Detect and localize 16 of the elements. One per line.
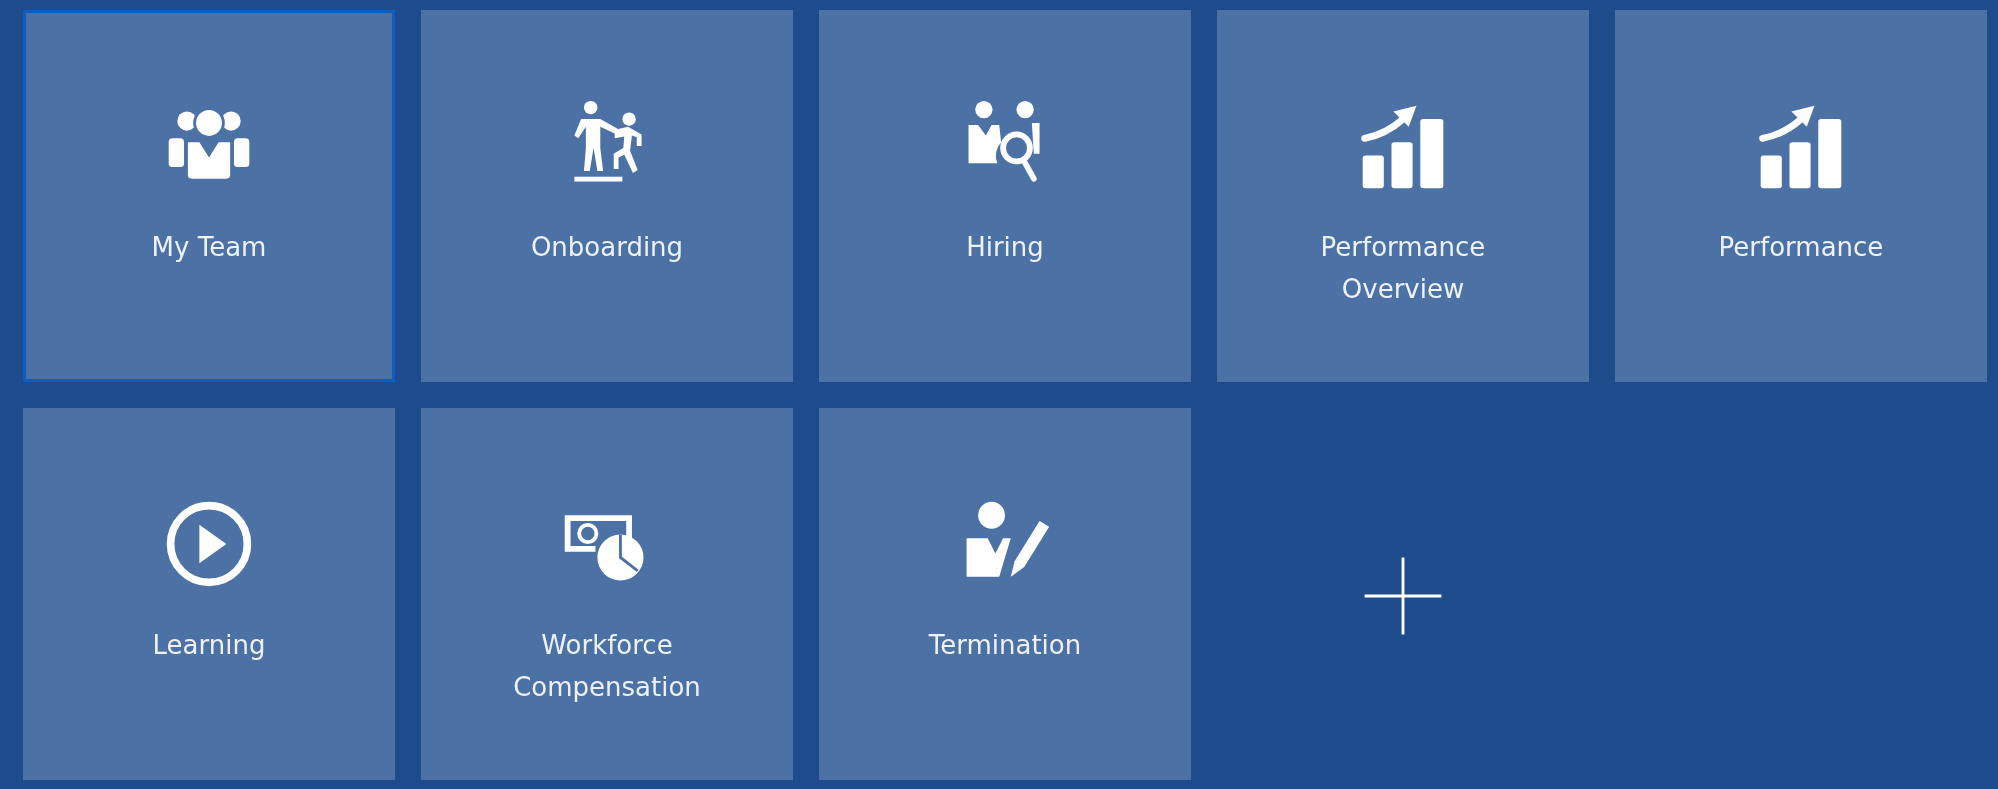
app-tile[interactable]: Workforce Compensation bbox=[421, 408, 793, 780]
tile-label: Workforce Compensation bbox=[512, 629, 702, 704]
tile-label: Hiring bbox=[966, 231, 1044, 264]
tile-label: Onboarding bbox=[530, 231, 684, 264]
app-tile[interactable]: Learning bbox=[23, 408, 395, 780]
app-tile[interactable]: Hiring bbox=[819, 10, 1191, 382]
app-tile[interactable]: Termination bbox=[819, 408, 1191, 780]
app-tile[interactable]: Performance Overview bbox=[1217, 10, 1589, 382]
tile-label: Learning bbox=[152, 629, 266, 662]
tile-label: My Team bbox=[151, 231, 267, 264]
tile-label: Performance bbox=[1718, 231, 1884, 264]
app-tile[interactable]: Performance bbox=[1615, 10, 1987, 382]
app-tile[interactable]: My Team bbox=[23, 10, 395, 382]
tile-label: Performance Overview bbox=[1319, 231, 1487, 306]
tile-label: Termination bbox=[928, 629, 1082, 662]
app-tile[interactable]: Onboarding bbox=[421, 10, 793, 382]
